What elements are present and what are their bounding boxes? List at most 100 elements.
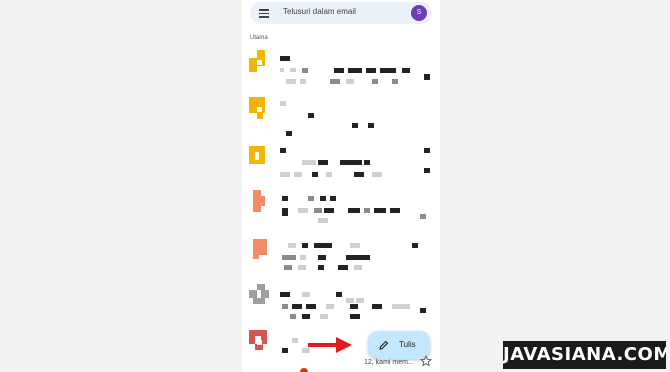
avatar-pixel [259,152,265,160]
avatar-pixel [249,152,255,160]
redacted-text-pixel [424,74,430,80]
redacted-text-pixel [302,243,308,248]
sender-avatar-icon [249,284,271,306]
redacted-text-pixel [302,292,310,297]
redacted-text-pixel [402,68,410,73]
redacted-text-pixel [402,304,410,309]
avatar-pixel [253,206,261,212]
redacted-text-pixel [424,148,430,153]
redacted-text-pixel [290,314,296,319]
redacted-text-pixel [356,298,364,303]
redacted-text-pixel [280,172,290,177]
avatar[interactable]: S [411,5,427,21]
avatar-pixel [257,113,263,119]
avatar-pixel [253,196,265,206]
star-icon[interactable] [420,355,432,367]
redacted-text-pixel [280,101,286,106]
notification-badge [300,368,308,372]
redacted-text-pixel [302,68,308,73]
redacted-text-pixel [346,79,354,84]
redacted-text-pixel [280,148,286,153]
redacted-text-pixel [350,243,360,248]
avatar-pixel [249,66,257,72]
redacted-text-pixel [288,243,296,248]
redacted-text-pixel [298,265,306,270]
redacted-text-pixel [346,298,354,303]
redacted-text-pixel [284,265,292,270]
sender-avatar-icon [249,190,271,212]
redacted-text-pixel [374,208,386,213]
redacted-text-pixel [282,348,288,353]
avatar-pixel [257,107,262,112]
redacted-text-pixel [420,308,426,313]
redacted-text-pixel [334,68,344,73]
redacted-text-pixel [324,208,334,213]
redacted-text-pixel [412,243,418,248]
avatar-pixel [249,336,255,344]
avatar-pixel [257,50,265,58]
search-placeholder: Telusuri dalam email [283,7,356,16]
redacted-text-pixel [330,196,336,201]
redacted-text-pixel [420,214,426,219]
redacted-text-pixel [280,68,284,72]
redacted-text-pixel [340,160,362,165]
avatar-pixel [257,60,262,65]
email-list-item[interactable] [242,186,440,231]
redacted-text-pixel [302,160,316,165]
search-bar[interactable]: Telusuri dalam email S [250,2,432,24]
avatar-pixel [257,340,262,345]
sender-avatar-icon [249,237,271,259]
redacted-text-pixel [372,172,382,177]
redacted-text-pixel [372,79,378,84]
email-list-item[interactable] [242,280,440,325]
redacted-text-pixel [280,292,290,297]
redacted-text-pixel [298,208,308,213]
avatar-pixel [261,290,269,298]
email-list-item[interactable] [242,233,440,278]
redacted-text-pixel [354,172,364,177]
email-list-item[interactable] [242,140,440,185]
menu-icon[interactable] [259,9,269,18]
redacted-text-pixel [294,172,302,177]
redacted-text-pixel [424,168,430,173]
redacted-text-pixel [348,68,362,73]
redacted-text-pixel [364,208,370,213]
email-list-item[interactable] [242,46,440,91]
redacted-text-pixel [282,196,288,201]
redacted-text-pixel [286,79,296,84]
redacted-text-pixel [350,314,360,319]
redacted-text-pixel [350,304,358,309]
redacted-text-pixel [368,123,374,128]
redacted-text-pixel [326,304,334,309]
redacted-text-pixel [366,68,376,73]
sender-avatar-icon [249,50,271,72]
redacted-text-pixel [286,131,292,136]
email-snippet: 12, kami mem... [364,359,414,366]
avatar-pixel [253,239,267,247]
redacted-text-pixel [292,304,302,309]
redacted-text-pixel [300,79,306,84]
redacted-text-pixel [282,208,288,216]
avatar-pixel [253,247,267,255]
avatar-pixel [249,160,265,164]
compose-label: Tulis [399,340,416,349]
redacted-text-pixel [390,208,400,213]
redacted-text-pixel [314,208,322,213]
redacted-text-pixel [326,172,332,177]
redacted-text-pixel [380,68,396,73]
avatar-pixel [253,298,265,304]
sender-avatar-icon [249,144,271,166]
redacted-text-pixel [372,304,382,309]
redacted-text-pixel [352,123,358,128]
redacted-text-pixel [282,255,296,260]
redacted-text-pixel [312,172,318,177]
redacted-text-pixel [336,292,342,297]
redacted-text-pixel [318,218,328,223]
redacted-text-pixel [282,304,288,309]
avatar-pixel [257,97,265,105]
redacted-text-pixel [308,196,314,201]
redacted-text-pixel [354,265,362,270]
redacted-text-pixel [392,304,402,309]
email-list-item[interactable] [242,93,440,138]
redacted-text-pixel [392,79,398,84]
